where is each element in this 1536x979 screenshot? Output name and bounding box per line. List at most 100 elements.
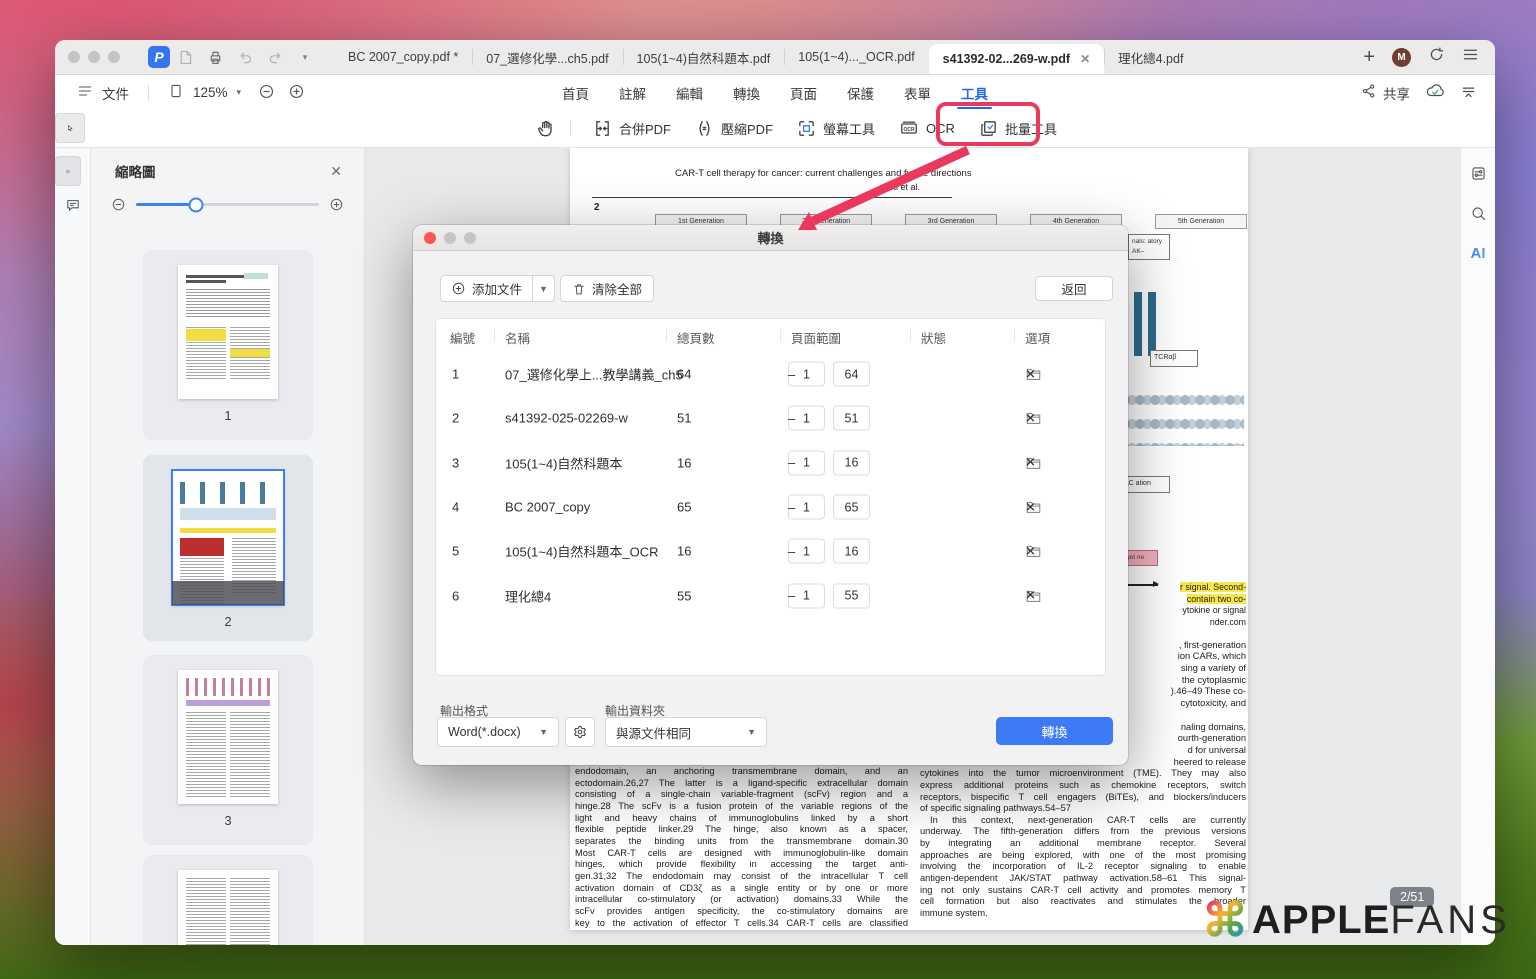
- redo-icon[interactable]: [260, 45, 290, 69]
- tab-105-ocr[interactable]: 105(1~4)..._OCR.pdf: [784, 40, 928, 74]
- merge-pdf-icon: [593, 119, 612, 138]
- panel-close-icon[interactable]: ✕: [330, 163, 342, 180]
- tools-toolbar: 合併PDF 壓縮PDF 螢幕工具 OCR OCR 批量工具: [55, 109, 1495, 148]
- history-dropdown-icon[interactable]: ▾: [290, 45, 320, 69]
- hand-tool-icon[interactable]: [530, 114, 560, 142]
- page-to-input[interactable]: [833, 450, 870, 475]
- dialog-close-button[interactable]: [424, 232, 436, 244]
- new-tab-button[interactable]: +: [1363, 47, 1375, 67]
- row-options: ✕: [1025, 588, 1042, 603]
- menu-convert[interactable]: 轉換: [733, 76, 760, 109]
- slider-zoom-in-icon[interactable]: [329, 197, 344, 212]
- page-range: –: [788, 583, 870, 608]
- undo-icon[interactable]: [230, 45, 260, 69]
- properties-panel-icon[interactable]: [1465, 160, 1491, 186]
- tcr-label-box: TCRαβ: [1150, 350, 1198, 367]
- menu-page[interactable]: 頁面: [790, 76, 817, 109]
- format-settings-button[interactable]: [565, 717, 595, 747]
- zoom-in-icon[interactable]: [288, 83, 305, 103]
- menu-protect[interactable]: 保護: [847, 76, 874, 109]
- add-file-dropdown[interactable]: ▼: [533, 275, 555, 302]
- file-menu[interactable]: 文件: [102, 83, 129, 103]
- remove-file-icon[interactable]: ✕: [1025, 499, 1036, 515]
- total-pages: 51: [677, 411, 691, 426]
- collapse-toolbar-icon[interactable]: [1460, 83, 1477, 103]
- minimize-window-button[interactable]: [88, 51, 100, 63]
- remove-file-icon[interactable]: ✕: [1025, 543, 1036, 559]
- page-range: –: [788, 450, 870, 475]
- comments-panel-icon[interactable]: [60, 192, 86, 218]
- thumbnail-page-2-selected[interactable]: 2: [143, 455, 313, 641]
- file-name: 理化總4: [505, 586, 551, 605]
- menu-annotate[interactable]: 註解: [619, 76, 646, 109]
- close-tab-icon[interactable]: ✕: [1080, 52, 1090, 66]
- clear-all-button[interactable]: 清除全部: [560, 275, 654, 302]
- thumbnail-page-4[interactable]: 4: [143, 855, 313, 945]
- menu-home[interactable]: 首頁: [562, 76, 589, 109]
- sync-icon[interactable]: [1428, 46, 1445, 68]
- screen-tool-button[interactable]: 螢幕工具: [797, 119, 875, 138]
- zoom-window-button[interactable]: [108, 51, 120, 63]
- share-button[interactable]: 共享: [1383, 83, 1410, 103]
- menu-edit[interactable]: 編輯: [676, 76, 703, 109]
- desktop: P ▾ BC 2007_copy.pdf * 07_選修化學...ch5.pdf…: [0, 0, 1536, 979]
- zoom-dropdown-icon[interactable]: ▾: [237, 87, 242, 98]
- page-to-input[interactable]: [833, 583, 870, 608]
- tab-ch5[interactable]: 07_選修化學...ch5.pdf: [472, 40, 622, 74]
- back-button[interactable]: 返回: [1035, 276, 1113, 301]
- page-to-input[interactable]: [833, 495, 870, 520]
- slider-track[interactable]: [136, 203, 319, 206]
- page-to-input[interactable]: [833, 406, 870, 431]
- tab-lihua4[interactable]: 理化總4.pdf: [1104, 40, 1197, 74]
- file-name: s41392-025-02269-w: [505, 411, 628, 426]
- dialog-title: 轉換: [413, 228, 1128, 247]
- save-document-icon[interactable]: [170, 45, 200, 69]
- output-format-select[interactable]: Word(*.docx)▼: [437, 717, 559, 747]
- remove-file-icon[interactable]: ✕: [1025, 588, 1036, 604]
- slider-zoom-out-icon[interactable]: [111, 197, 126, 212]
- page-to-input[interactable]: [833, 539, 870, 564]
- merge-pdf-button[interactable]: 合併PDF: [593, 119, 671, 138]
- remove-file-icon[interactable]: ✕: [1025, 366, 1036, 382]
- close-window-button[interactable]: [68, 51, 80, 63]
- tab-s41392-active[interactable]: s41392-02...269-w.pdf ✕: [929, 44, 1104, 74]
- output-folder-select[interactable]: 與源文件相同▼: [605, 717, 767, 747]
- page-to-input[interactable]: [833, 362, 870, 387]
- dialog-zoom-button: [464, 232, 476, 244]
- search-icon[interactable]: [1465, 200, 1491, 226]
- menu-tools-active[interactable]: 工具: [961, 76, 988, 109]
- ocr-button[interactable]: OCR OCR: [899, 119, 955, 138]
- thumbnail-label: 1: [224, 408, 231, 423]
- zoom-out-icon[interactable]: [258, 83, 275, 103]
- page-fit-icon[interactable]: [168, 83, 184, 102]
- convert-button[interactable]: 轉換: [996, 717, 1113, 745]
- body-text-line: cell formation but also reactivates and …: [920, 896, 1246, 908]
- dialog-minimize-button: [444, 232, 456, 244]
- remove-file-icon[interactable]: ✕: [1025, 410, 1036, 426]
- row-number: 1: [452, 367, 459, 382]
- thumbnail-page-1[interactable]: 1: [143, 250, 313, 440]
- body-text-line: activation domain of CD3ζ as a single en…: [575, 883, 908, 895]
- thumbnails-panel-icon[interactable]: [55, 156, 81, 186]
- remove-file-icon[interactable]: ✕: [1025, 455, 1036, 471]
- select-tool-icon[interactable]: [55, 113, 85, 143]
- page-range: –: [788, 539, 870, 564]
- user-avatar[interactable]: M: [1392, 48, 1411, 67]
- body-text-line: ing not only sustains CAR-T cell activit…: [920, 885, 1246, 897]
- cloud-sync-icon[interactable]: [1425, 82, 1445, 103]
- print-icon[interactable]: [200, 45, 230, 69]
- compress-pdf-button[interactable]: 壓縮PDF: [695, 119, 773, 138]
- table-row: 6 理化總4 55 – ✕: [436, 573, 1105, 617]
- add-file-button[interactable]: 添加文件: [440, 275, 533, 302]
- thumbnail-page-3[interactable]: 3: [143, 655, 313, 845]
- slider-knob[interactable]: [189, 197, 204, 212]
- file-name: BC 2007_copy: [505, 500, 590, 515]
- tab-bc2007[interactable]: BC 2007_copy.pdf *: [334, 40, 472, 74]
- ai-assistant-icon[interactable]: AI: [1465, 240, 1491, 266]
- tab-105-nature[interactable]: 105(1~4)自然科題本.pdf: [623, 40, 785, 74]
- menu-form[interactable]: 表單: [904, 76, 931, 109]
- zoom-level-value[interactable]: 125%: [193, 85, 228, 100]
- main-menu-icon[interactable]: [1462, 46, 1479, 68]
- tab-controls: + M: [1363, 46, 1479, 68]
- batch-tools-button[interactable]: 批量工具: [979, 119, 1057, 138]
